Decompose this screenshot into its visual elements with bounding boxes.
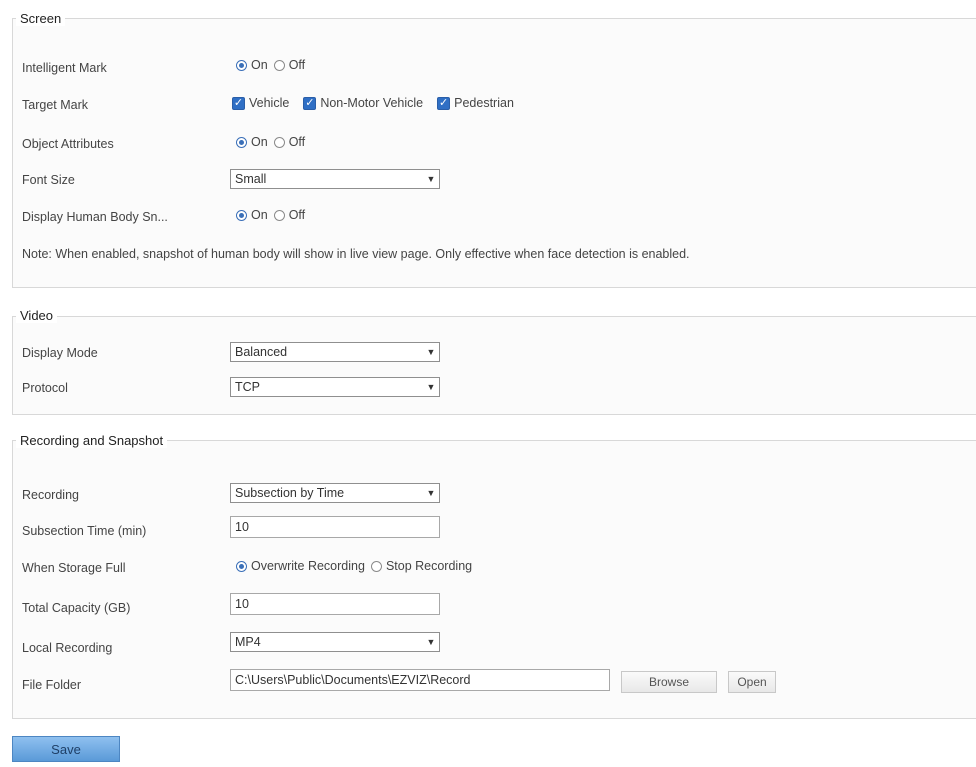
object-attributes-label: Object Attributes [22, 137, 114, 151]
pedestrian-label: Pedestrian [454, 96, 514, 110]
intelligent-mark-options: On Off [236, 58, 311, 72]
vehicle-label: Vehicle [249, 96, 290, 110]
when-storage-full-options: Overwrite Recording Stop Recording [236, 559, 478, 573]
overwrite-recording-radio[interactable] [236, 560, 247, 572]
display-human-body-label: Display Human Body Sn... [22, 210, 168, 224]
local-recording-label: Local Recording [22, 641, 113, 655]
display-mode-select[interactable]: Balanced ▼ [230, 342, 440, 362]
chevron-down-icon: ▼ [426, 347, 436, 357]
pedestrian-checkbox[interactable]: ✓ [437, 96, 451, 110]
display-human-body-off-label: Off [288, 208, 306, 222]
intelligent-mark-on-radio[interactable] [236, 59, 247, 71]
non-motor-vehicle-checkbox[interactable]: ✓ [303, 96, 317, 110]
display-human-body-off-radio[interactable] [273, 209, 285, 221]
display-mode-label: Display Mode [22, 346, 98, 360]
object-attributes-on-label: On [251, 135, 268, 149]
screen-legend: Screen [16, 11, 66, 26]
chevron-down-icon: ▼ [426, 637, 436, 647]
chevron-down-icon: ▼ [426, 174, 436, 184]
checkmark-icon: ✓ [233, 96, 244, 109]
object-attributes-off-label: Off [288, 135, 306, 149]
display-human-body-options: On Off [236, 208, 311, 222]
video-legend: Video [16, 308, 58, 323]
protocol-select[interactable]: TCP ▼ [230, 377, 440, 397]
protocol-value: TCP [235, 380, 260, 394]
overwrite-recording-label: Overwrite Recording [251, 559, 365, 573]
font-size-value: Small [235, 172, 267, 186]
subsection-time-input[interactable]: 10 [230, 516, 440, 538]
intelligent-mark-on-label: On [251, 58, 268, 72]
recording-value: Subsection by Time [235, 486, 345, 500]
recording-select[interactable]: Subsection by Time ▼ [230, 483, 440, 503]
total-capacity-input[interactable]: 10 [230, 593, 440, 615]
local-recording-select[interactable]: MP4 ▼ [230, 632, 440, 652]
intelligent-mark-off-label: Off [288, 58, 306, 72]
file-folder-label: File Folder [22, 678, 82, 692]
video-section [12, 316, 976, 415]
file-folder-input[interactable]: C:\Users\Public\Documents\EZVIZ\Record [230, 669, 610, 691]
intelligent-mark-off-radio[interactable] [273, 59, 285, 71]
save-button[interactable]: Save [12, 736, 120, 762]
target-mark-label: Target Mark [22, 98, 88, 112]
object-attributes-on-radio[interactable] [236, 136, 247, 148]
chevron-down-icon: ▼ [426, 382, 436, 392]
total-capacity-label: Total Capacity (GB) [22, 601, 131, 615]
font-size-select[interactable]: Small ▼ [230, 169, 440, 189]
intelligent-mark-label: Intelligent Mark [22, 61, 107, 75]
stop-recording-radio[interactable] [370, 560, 382, 572]
vehicle-checkbox[interactable]: ✓ [232, 96, 245, 110]
display-mode-value: Balanced [235, 345, 288, 359]
font-size-label: Font Size [22, 173, 75, 187]
object-attributes-off-radio[interactable] [273, 136, 285, 148]
chevron-down-icon: ▼ [426, 488, 436, 498]
display-human-body-on-radio[interactable] [236, 209, 247, 221]
checkmark-icon: ✓ [439, 96, 449, 109]
local-recording-value: MP4 [235, 635, 261, 649]
non-motor-vehicle-label: Non-Motor Vehicle [320, 96, 424, 110]
browse-button[interactable]: Browse [621, 671, 717, 693]
human-body-note: Note: When enabled, snapshot of human bo… [22, 247, 690, 261]
subsection-time-label: Subsection Time (min) [22, 524, 147, 538]
recording-label: Recording [22, 488, 79, 502]
when-storage-full-label: When Storage Full [22, 561, 126, 575]
display-human-body-on-label: On [251, 208, 268, 222]
object-attributes-options: On Off [236, 135, 311, 149]
checkmark-icon: ✓ [305, 96, 315, 109]
stop-recording-label: Stop Recording [385, 559, 473, 573]
protocol-label: Protocol [22, 381, 68, 395]
target-mark-options: ✓ Vehicle ✓ Non-Motor Vehicle ✓ Pedestri… [232, 96, 528, 110]
open-button[interactable]: Open [728, 671, 776, 693]
recording-legend: Recording and Snapshot [16, 433, 168, 448]
